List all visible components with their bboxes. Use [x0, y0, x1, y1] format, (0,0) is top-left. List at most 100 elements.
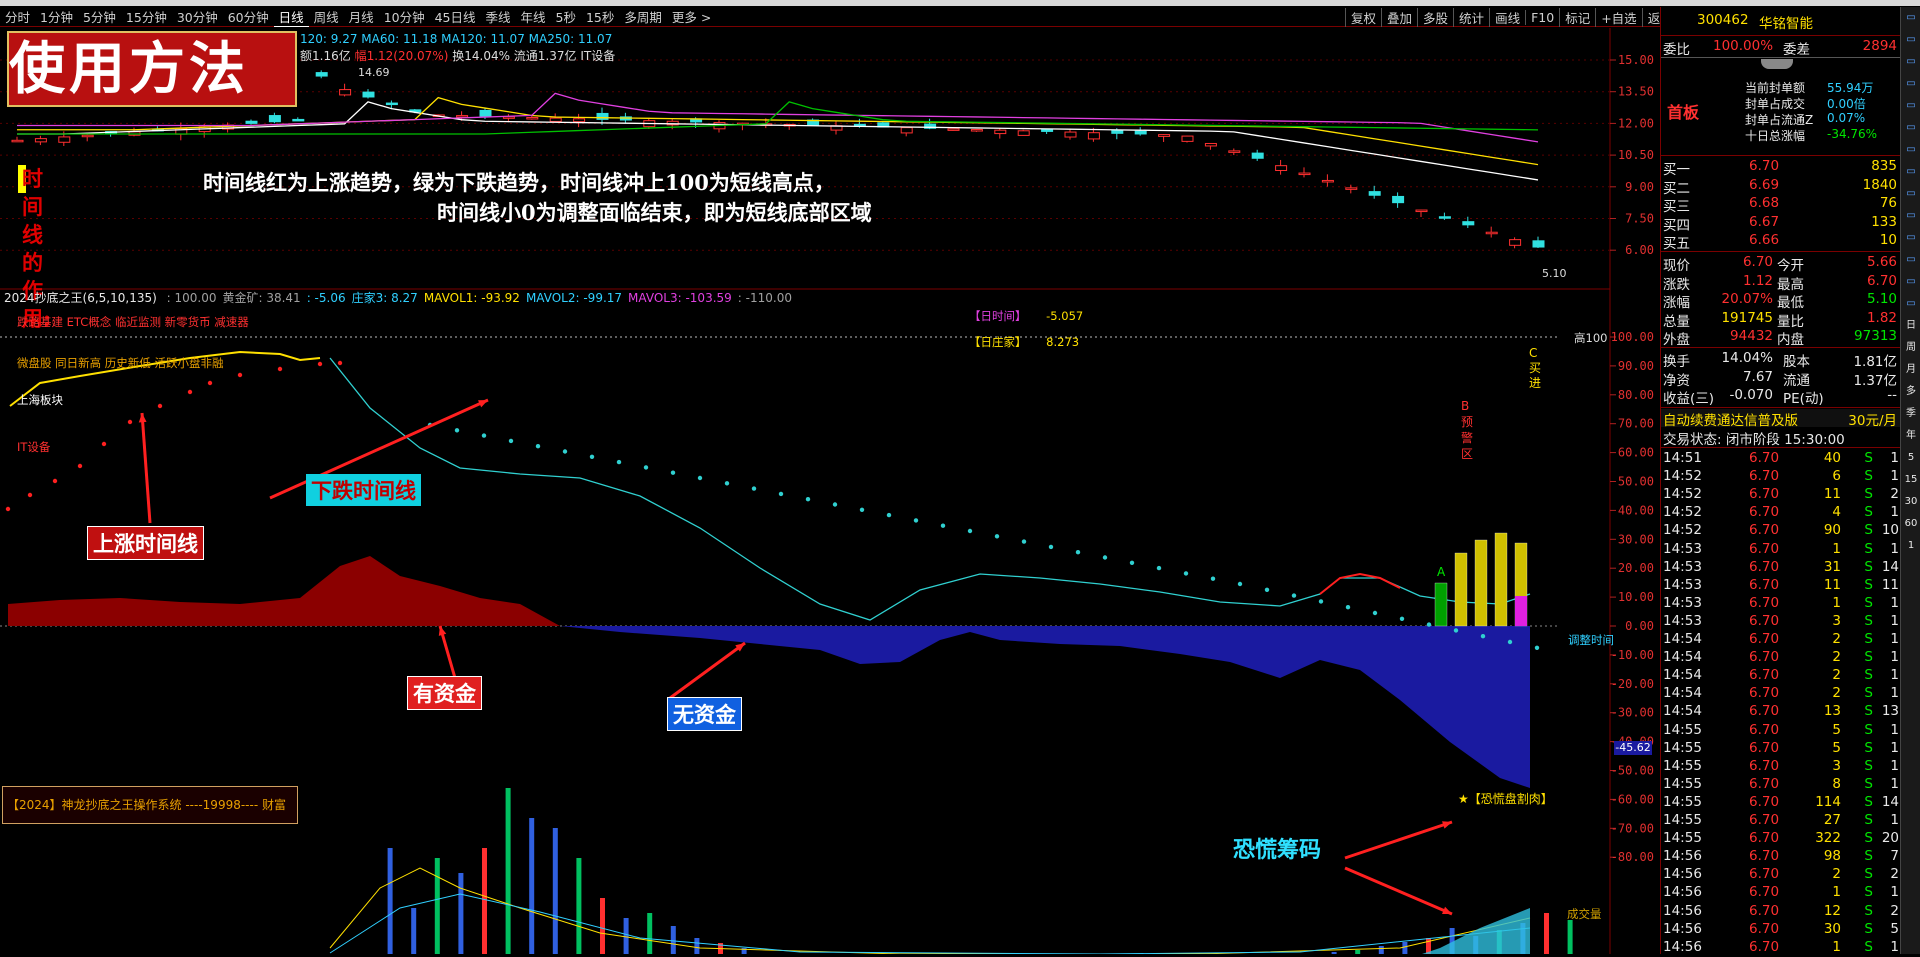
tick-side: S [1864, 721, 1873, 738]
period-tab[interactable]: 日线 [273, 7, 309, 27]
period-tab[interactable]: 5分钟 [78, 7, 121, 27]
tick-count: 7 [1890, 848, 1899, 865]
period-tab[interactable]: 季线 [481, 7, 516, 27]
period-tab[interactable]: 1分钟 [35, 7, 78, 27]
board-label: 上海板块 [17, 393, 63, 407]
tool-icon[interactable]: ▭ [1901, 29, 1920, 51]
period-tab[interactable]: 周线 [309, 7, 344, 27]
bid-price: 6.70 [1749, 158, 1780, 174]
tool-icon[interactable]: ▭ [1901, 117, 1920, 139]
period-tab[interactable]: 多周期 [619, 7, 667, 27]
bid-price: 6.66 [1749, 232, 1780, 248]
side-tool[interactable]: 季 [1901, 403, 1920, 425]
time-line-down-dot [1129, 560, 1135, 565]
volume-bar [505, 788, 511, 957]
toolbar-button[interactable]: +自选 [1595, 7, 1641, 27]
side-tool[interactable]: 1 [1901, 535, 1920, 557]
period-tab[interactable]: 分时 [0, 7, 35, 27]
quote-value: 6.70 [1866, 272, 1897, 289]
period-tab[interactable]: 30分钟 [172, 7, 223, 27]
buy-signal: C买进 [1529, 346, 1542, 390]
candle-body [339, 89, 352, 96]
tool-icon[interactable]: ▭ [1901, 139, 1920, 161]
tick-volume: 11 [1823, 576, 1841, 593]
period-tab[interactable]: 60分钟 [223, 7, 274, 27]
tick-time: 14:55 [1663, 812, 1702, 828]
candle-body [1111, 129, 1124, 134]
time-line-down-dot [454, 428, 460, 433]
toolbar-button[interactable]: 标记 [1559, 7, 1595, 27]
tool-icon[interactable]: ▭ [1901, 95, 1920, 117]
annotation-arrowhead [1442, 821, 1452, 829]
period-tab[interactable]: 10分钟 [379, 7, 430, 27]
toolbar-button[interactable]: 多股 [1417, 7, 1453, 27]
bid-volume: 76 [1879, 195, 1897, 211]
indicator-value: : 100.00 [166, 291, 217, 305]
tool-icon[interactable]: ▭ [1901, 51, 1920, 73]
panic-annotation: 恐慌筹码 [1233, 837, 1322, 863]
promo-row[interactable]: 自动续费通达信普及版 30元/月 [1661, 409, 1901, 429]
side-tool[interactable]: 周 [1901, 337, 1920, 359]
quote-value: 5.10 [1866, 291, 1897, 307]
time-line-down-dot [535, 444, 541, 449]
side-tool[interactable]: 年 [1901, 425, 1920, 447]
side-tool[interactable]: 5 [1901, 447, 1920, 469]
side-tool[interactable]: 60 [1901, 513, 1920, 535]
tick-count: 1 [1890, 721, 1899, 738]
tick-time: 14:52 [1663, 486, 1702, 503]
tool-icon[interactable]: ▭ [1901, 271, 1920, 293]
tick-row: 14:55 6.70 5 S 1 [1661, 722, 1901, 740]
tool-icon[interactable]: ▭ [1901, 7, 1920, 29]
stat-value: -- [1887, 387, 1897, 403]
toolbar-button[interactable]: 复权 [1345, 7, 1381, 27]
period-tab[interactable]: 15秒 [581, 7, 619, 27]
stock-title: 300462 华铭智能 [1661, 12, 1901, 32]
bid-row: 买四 6.67 133 [1661, 214, 1901, 234]
toolbar-button[interactable]: 叠加 [1381, 7, 1417, 27]
period-tab[interactable]: 年线 [516, 7, 551, 27]
tool-icon[interactable]: ▭ [1901, 249, 1920, 271]
toolbar-button[interactable]: 统计 [1453, 7, 1489, 27]
candle-body [1017, 130, 1030, 136]
tool-icon[interactable]: ▭ [1901, 183, 1920, 205]
indicator-name[interactable]: 2024抄底之王(6,5,10,135) [4, 291, 157, 305]
period-tab[interactable]: 月线 [344, 7, 379, 27]
signal-bar [1434, 582, 1448, 627]
time-line-down-dot [1156, 565, 1162, 571]
period-tab[interactable]: 更多 > [667, 7, 716, 27]
tool-icon[interactable]: ▭ [1901, 293, 1920, 315]
ma-info: 120: 9.27 MA60: 11.18 MA120: 11.07 MA250… [300, 32, 613, 46]
indicator-values: : 100.00 黄金矿: 38.41: -5.06 庄家3: 8.27 MAVOL1… [161, 291, 792, 305]
time-line-up-dot [5, 506, 11, 512]
toolbar-button[interactable]: F10 [1525, 9, 1559, 25]
period-tab[interactable]: 5秒 [551, 7, 581, 27]
candle-body [1158, 134, 1171, 137]
stat-value: 1.81亿 [1853, 354, 1897, 370]
tool-icon[interactable]: ▭ [1901, 227, 1920, 249]
collapse-handle[interactable] [1761, 59, 1793, 69]
tick-time: 14:51 [1663, 450, 1702, 466]
time-line-up-dot [27, 492, 33, 498]
side-tool[interactable]: 15 [1901, 469, 1920, 491]
side-tool[interactable]: 多 [1901, 381, 1920, 403]
period-tab[interactable]: 15分钟 [121, 7, 172, 27]
side-tool[interactable]: 日 [1901, 315, 1920, 337]
tick-side: S [1864, 848, 1873, 865]
high-mark: 高100 [1574, 331, 1608, 345]
tool-icon[interactable]: ▭ [1901, 205, 1920, 227]
tick-volume: 40 [1823, 450, 1841, 466]
volume-bar [434, 858, 440, 957]
tick-volume: 2 [1832, 866, 1841, 883]
candle-body [1181, 135, 1194, 142]
toolbar-button[interactable]: 画线 [1489, 7, 1525, 27]
side-tool[interactable]: 月 [1901, 359, 1920, 381]
period-tab[interactable]: 45日线 [430, 7, 481, 27]
tool-icon[interactable]: ▭ [1901, 161, 1920, 183]
tick-side: S [1864, 450, 1873, 466]
has-fund-annotation: 有资金 [407, 676, 482, 710]
signal-bar [1474, 539, 1488, 627]
tool-icon[interactable]: ▭ [1901, 73, 1920, 95]
tick-time: 14:55 [1663, 739, 1702, 756]
side-tool[interactable]: 30 [1901, 491, 1920, 513]
tick-price: 6.70 [1749, 450, 1780, 466]
